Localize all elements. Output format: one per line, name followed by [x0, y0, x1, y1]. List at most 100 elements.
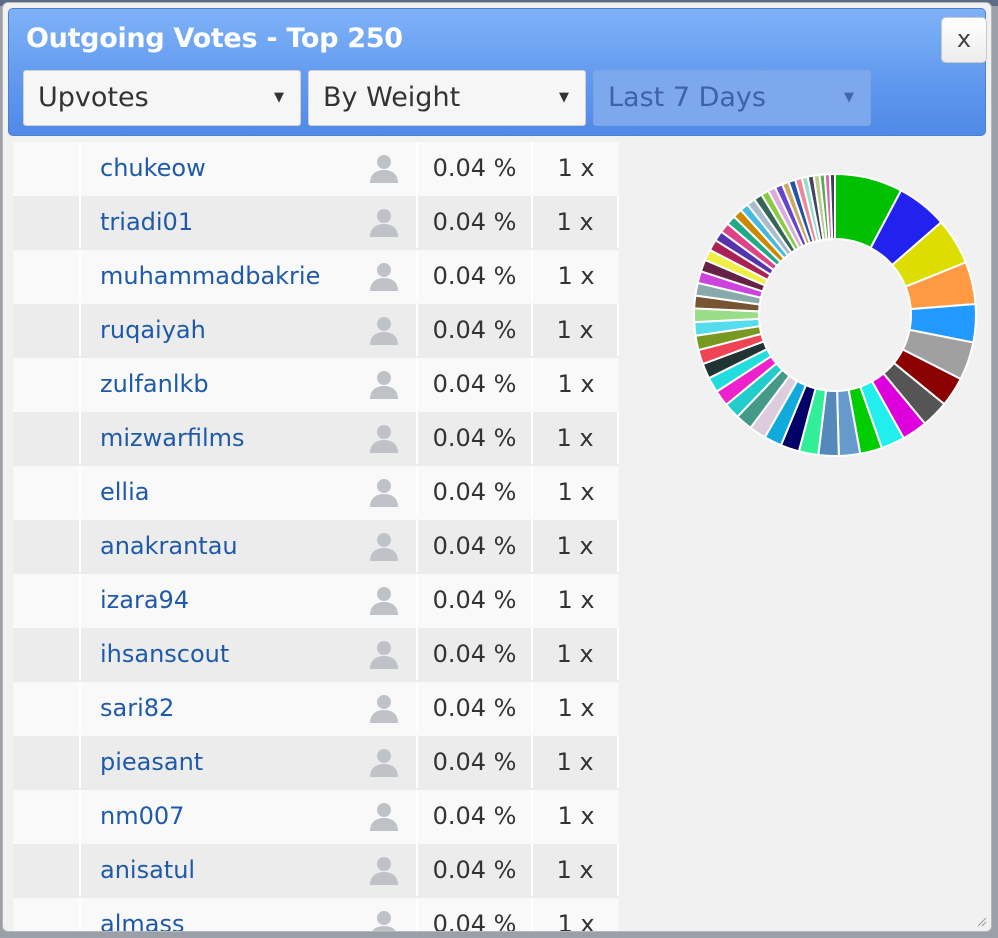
voter-link[interactable]: muhammadbakrie: [100, 262, 320, 290]
percent-cell: 0.04 %: [418, 844, 533, 896]
voter-link[interactable]: ihsanscout: [100, 640, 229, 668]
user-icon[interactable]: [368, 638, 400, 670]
voter-link[interactable]: ruqaiyah: [100, 316, 206, 344]
voter-link[interactable]: triadi01: [100, 208, 193, 236]
user-icon[interactable]: [368, 530, 400, 562]
count-cell: 1 x: [557, 262, 595, 290]
percent-cell: 0.04 %: [418, 466, 533, 518]
count-cell: 1 x: [533, 520, 619, 572]
count-cell: 1 x: [557, 802, 595, 830]
percent-cell: 0.04 %: [418, 574, 533, 626]
table-row: anakrantau 0.04 % 1 x: [13, 520, 619, 574]
rank-cell: [13, 412, 81, 464]
rank-cell: [13, 628, 81, 680]
caret-down-icon: ▼: [274, 90, 284, 105]
rank-cell: [13, 682, 81, 734]
rank-cell: [13, 898, 81, 931]
user-icon[interactable]: [368, 152, 400, 184]
percent-cell: 0.04 %: [418, 250, 533, 302]
table-row: ihsanscout 0.04 % 1 x: [13, 628, 619, 682]
dialog-title: Outgoing Votes - Top 250: [26, 23, 403, 54]
count-cell: 1 x: [533, 844, 619, 896]
user-icon[interactable]: [368, 800, 400, 832]
user-icon[interactable]: [368, 422, 400, 454]
percent-cell: 0.04 %: [418, 520, 533, 572]
percent-cell: 0.04 %: [418, 412, 533, 464]
percent-cell: 0.04 %: [418, 898, 533, 931]
user-icon[interactable]: [368, 908, 400, 932]
user-icon[interactable]: [368, 476, 400, 508]
rank-cell: [13, 358, 81, 410]
voter-link[interactable]: pieasant: [100, 748, 203, 776]
name-cell: chukeow: [81, 142, 418, 194]
sort-select[interactable]: By Weight ▼: [308, 70, 586, 126]
count-cell: 1 x: [557, 910, 595, 932]
count-cell: 1 x: [557, 694, 595, 722]
table-row: izara94 0.04 % 1 x: [13, 574, 619, 628]
rank-cell: [13, 790, 81, 842]
close-button[interactable]: x: [941, 17, 987, 63]
percent-cell: 0.04 %: [418, 358, 533, 410]
name-cell: ihsanscout: [81, 628, 418, 680]
chart-panel: [619, 142, 991, 931]
voter-link[interactable]: anisatul: [100, 856, 195, 884]
voter-link[interactable]: anakrantau: [100, 532, 238, 560]
table-row: anisatul 0.04 % 1 x: [13, 844, 619, 898]
percent-cell: 0.04 %: [418, 196, 533, 248]
name-cell: sari82: [81, 682, 418, 734]
count-cell: 1 x: [557, 154, 595, 182]
name-cell: muhammadbakrie: [81, 250, 418, 302]
voter-link[interactable]: sari82: [100, 694, 174, 722]
rank-cell: [13, 520, 81, 572]
name-cell: mizwarfilms: [81, 412, 418, 464]
count-cell: 1 x: [533, 736, 619, 788]
rank-cell: [13, 196, 81, 248]
table-row: ruqaiyah 0.04 % 1 x: [13, 304, 619, 358]
name-cell: anakrantau: [81, 520, 418, 572]
percent-cell: 0.04 %: [418, 736, 533, 788]
user-icon[interactable]: [368, 206, 400, 238]
count-cell: 1 x: [533, 628, 619, 680]
table-row: muhammadbakrie 0.04 % 1 x: [13, 250, 619, 304]
user-icon[interactable]: [368, 692, 400, 724]
dialog-titlebar[interactable]: Outgoing Votes - Top 250 x Upvotes ▼ By …: [8, 8, 987, 136]
user-icon[interactable]: [368, 854, 400, 886]
percent-cell: 0.04 %: [418, 142, 533, 194]
name-cell: anisatul: [81, 844, 418, 896]
voter-link[interactable]: zulfanlkb: [100, 370, 209, 398]
count-cell: 1 x: [557, 586, 595, 614]
rank-cell: [13, 466, 81, 518]
rank-cell: [13, 844, 81, 896]
caret-down-icon: ▼: [559, 90, 569, 105]
percent-cell: 0.04 %: [418, 682, 533, 734]
count-cell: 1 x: [533, 304, 619, 356]
voter-link[interactable]: izara94: [100, 586, 189, 614]
resize-handle-icon[interactable]: [975, 915, 987, 927]
voter-link[interactable]: ellia: [100, 478, 149, 506]
voter-link[interactable]: chukeow: [100, 154, 206, 182]
voter-link[interactable]: mizwarfilms: [100, 424, 245, 452]
name-cell: zulfanlkb: [81, 358, 418, 410]
user-icon[interactable]: [368, 260, 400, 292]
table-row: mizwarfilms 0.04 % 1 x: [13, 412, 619, 466]
voter-link[interactable]: almass: [100, 910, 184, 931]
percent-cell: 0.04 %: [418, 790, 533, 842]
user-icon[interactable]: [368, 746, 400, 778]
user-icon[interactable]: [368, 584, 400, 616]
name-cell: ruqaiyah: [81, 304, 418, 356]
name-cell: triadi01: [81, 196, 418, 248]
vote-type-select[interactable]: Upvotes ▼: [23, 70, 301, 126]
table-row: pieasant 0.04 % 1 x: [13, 736, 619, 790]
percent-cell: 0.04 %: [418, 304, 533, 356]
percent-cell: 0.04 %: [418, 628, 533, 680]
table-row: ellia 0.04 % 1 x: [13, 466, 619, 520]
period-value: Last 7 Days: [608, 82, 766, 113]
sort-value: By Weight: [323, 82, 461, 113]
table-row: almass 0.04 % 1 x: [13, 898, 619, 932]
table-row: sari82 0.04 % 1 x: [13, 682, 619, 736]
voter-link[interactable]: nm007: [100, 802, 184, 830]
caret-down-icon: ▼: [844, 90, 854, 105]
name-cell: izara94: [81, 574, 418, 626]
user-icon[interactable]: [368, 314, 400, 346]
user-icon[interactable]: [368, 368, 400, 400]
